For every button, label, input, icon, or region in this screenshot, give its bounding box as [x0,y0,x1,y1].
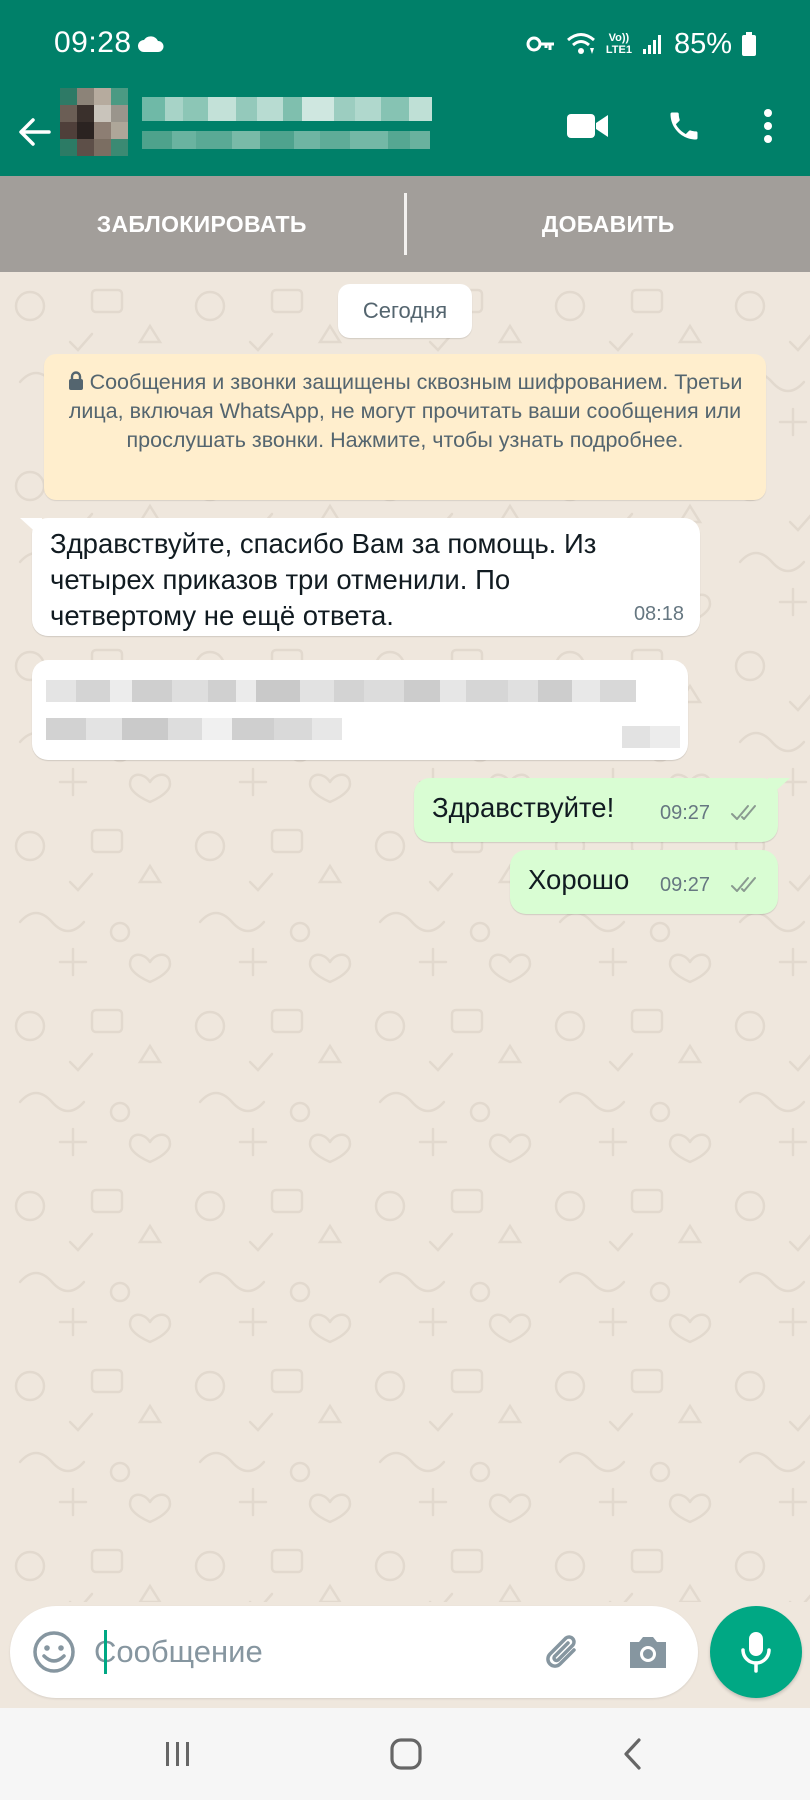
more-vert-icon [764,109,772,143]
message-text: Хорошо [528,864,630,895]
system-back-button[interactable] [592,1726,672,1782]
home-button[interactable] [366,1726,446,1782]
text-caret [104,1630,107,1674]
video-call-icon [567,114,608,138]
message-time: 08:18 [633,603,684,625]
redacted-time [622,726,680,748]
chat-area[interactable]: Сегодня Сообщения и звонки защищены скво… [0,272,810,1602]
vpn-key-icon [526,36,554,52]
bubble-tail [20,518,42,538]
cloud-icon [138,36,164,52]
back-button[interactable] [10,98,58,166]
recent-apps-button[interactable] [138,1726,218,1782]
signal-icon [642,35,661,54]
system-navigation-bar [0,1708,810,1800]
message-time: 09:27 [660,874,711,896]
encryption-notice[interactable]: Сообщения и звонки защищены сквозным шиф… [44,354,766,500]
status-time: 09:28 [54,26,132,59]
message-time: 09:27 [660,802,711,824]
date-separator: Сегодня [338,284,472,338]
message-text: Здравствуйте! [432,792,615,823]
phone-icon [670,112,698,140]
message-input[interactable] [94,1624,534,1680]
lock-icon [68,371,83,390]
wifi-icon [566,33,595,54]
message-composer [10,1606,698,1698]
emoji-icon[interactable] [30,1628,78,1676]
recent-apps-icon [166,1742,189,1766]
unknown-contact-action-bar: ЗАБЛОКИРОВАТЬ ДОБАВИТЬ [0,176,810,272]
redacted-text-line [46,680,636,702]
camera-icon[interactable] [624,1628,672,1676]
status-icons: Vo)) LTE1 85% [526,24,756,64]
voice-message-button[interactable] [710,1606,802,1698]
redacted-name [142,97,432,121]
avatar[interactable] [60,88,128,156]
message-bubble-outgoing[interactable]: Хорошо 09:27 [510,850,778,914]
bubble-tail [768,778,790,798]
more-options-button[interactable] [740,96,796,156]
double-check-icon [731,877,756,892]
redacted-text-line [46,718,342,740]
message-bubble-incoming-redacted[interactable] [32,660,688,760]
encryption-notice-text: Сообщения и звонки защищены сквозным шиф… [68,370,743,452]
battery-percent: 85% [673,27,732,60]
app-header: 09:28 Vo)) LTE1 85% [0,0,810,176]
battery-icon [742,32,756,56]
volte-indicator: Vo)) LTE1 [605,32,632,56]
chat-app-bar [0,88,810,176]
message-bubble-outgoing[interactable]: Здравствуйте! 09:27 [414,778,790,842]
video-call-button[interactable] [560,96,616,156]
voice-call-button[interactable] [656,96,712,156]
status-bar: 09:28 Vo)) LTE1 85% [0,0,810,88]
microphone-icon [741,1632,771,1673]
add-contact-button[interactable]: ДОБАВИТЬ [407,176,810,272]
contact-name-redacted[interactable] [142,88,432,158]
message-text: Здравствуйте, спасибо Вам за помощь. Из … [50,528,597,631]
back-icon [624,1738,641,1770]
message-bubble-incoming[interactable]: Здравствуйте, спасибо Вам за помощь. Из … [20,518,700,636]
paperclip-icon[interactable] [540,1628,588,1676]
double-check-icon [731,805,756,820]
redacted-status [142,131,432,149]
block-button[interactable]: ЗАБЛОКИРОВАТЬ [0,176,404,272]
back-arrow-icon [19,118,51,146]
home-icon [390,1738,422,1770]
